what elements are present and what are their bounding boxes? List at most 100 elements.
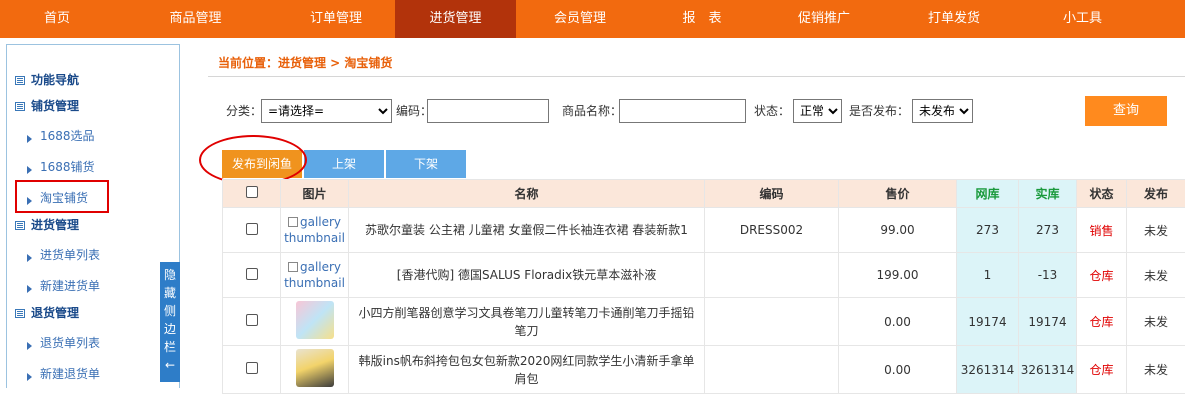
nav-home[interactable]: 首页 (0, 0, 114, 38)
sidebar-item-new-return[interactable]: 新建退货单 (7, 359, 179, 389)
product-code (705, 253, 839, 298)
list-icon (15, 221, 25, 230)
nav-goods[interactable]: 商品管理 (114, 0, 277, 38)
sidebar-group-label: 退货管理 (31, 306, 79, 320)
sidebar-group-label: 进货管理 (31, 218, 79, 232)
publish-select[interactable]: 未发布 (912, 99, 973, 123)
product-status: 仓库 (1077, 346, 1127, 394)
product-status: 销售 (1077, 208, 1127, 253)
column-header: 状态 (1077, 180, 1127, 208)
select-all-checkbox[interactable] (246, 186, 258, 198)
table-row[interactable]: gallery thumbnail [香港代购] 德国SALUS Floradi… (223, 253, 1185, 298)
product-price: 0.00 (839, 346, 957, 394)
real-stock: 19174 (1019, 298, 1077, 346)
real-stock: 273 (1019, 208, 1077, 253)
sidebar-group-label: 铺货管理 (31, 99, 79, 113)
product-price: 199.00 (839, 253, 957, 298)
product-name: 韩版ins帆布斜挎包包女包新款2020网红同款学生小清新手拿单肩包 (349, 346, 705, 394)
list-icon (15, 309, 25, 318)
triangle-right-icon (27, 342, 32, 350)
sidebar-item-label: 1688选品 (40, 129, 95, 143)
table-row[interactable]: 韩版ins帆布斜挎包包女包新款2020网红同款学生小清新手拿单肩包 0.00 3… (223, 346, 1185, 394)
net-stock: 273 (957, 208, 1019, 253)
status-select[interactable]: 正常 (793, 99, 842, 123)
list-icon (15, 102, 25, 111)
category-select[interactable]: =请选择= (261, 99, 392, 123)
product-code: DRESS002 (705, 208, 839, 253)
table-row[interactable]: gallery thumbnail 苏歌尔童装 公主裙 儿童裙 女童假二件长袖连… (223, 208, 1185, 253)
filter-bar: 分类： =请选择= 编码： 商品名称： 状态： 正常 是否发布： 未发布 (220, 92, 1185, 132)
row-checkbox[interactable] (246, 362, 258, 374)
product-image[interactable] (296, 349, 334, 387)
divider (208, 76, 1185, 77)
status-label: 状态： (754, 102, 790, 119)
product-price: 0.00 (839, 298, 957, 346)
product-name: 苏歌尔童装 公主裙 儿童裙 女童假二件长袖连衣裙 春装新款1 (349, 208, 705, 253)
product-thumbnail[interactable]: gallery thumbnail (281, 259, 348, 291)
real-stock: -13 (1019, 253, 1077, 298)
product-code (705, 346, 839, 394)
top-nav: 首页 商品管理 订单管理 进货管理 会员管理 报 表 促销推广 打单发货 小工具 (0, 0, 1185, 38)
table-header: 图片 名称 编码 售价 网库 实库 状态 发布 (223, 180, 1185, 208)
product-name: [香港代购] 德国SALUS Floradix铁元草本滋补液 (349, 253, 705, 298)
column-header: 发布 (1127, 180, 1185, 208)
triangle-right-icon (27, 135, 32, 143)
product-thumbnail[interactable]: gallery thumbnail (281, 214, 348, 246)
row-checkbox[interactable] (246, 314, 258, 326)
broken-image-icon (288, 262, 298, 272)
off-shelf-button[interactable]: 下架 (386, 150, 466, 178)
category-label: 分类： (226, 102, 262, 119)
sidebar-item-1688-select[interactable]: 1688选品 (7, 121, 179, 151)
column-header: 图片 (281, 180, 349, 208)
code-input[interactable] (427, 99, 549, 123)
sidebar-item-label: 新建退货单 (40, 367, 100, 381)
nav-promotion[interactable]: 促销推广 (760, 0, 888, 38)
publish-status: 未发 (1127, 208, 1185, 253)
sidebar: 功能导航 铺货管理 1688选品 1688铺货 淘宝铺货 进货管理 进货单列表 … (6, 44, 180, 388)
sidebar-item-new-purchase[interactable]: 新建进货单 (7, 271, 179, 301)
select-all-cell (223, 180, 281, 208)
nav-print-ship[interactable]: 打单发货 (888, 0, 1020, 38)
nav-purchase[interactable]: 进货管理 (395, 0, 516, 38)
sidebar-group-distribution[interactable]: 铺货管理 (7, 91, 179, 121)
nav-orders[interactable]: 订单管理 (277, 0, 395, 38)
table-row[interactable]: 小四方削笔器创意学习文具卷笔刀儿童转笔刀卡通削笔刀手摇铅笔刀 0.00 1917… (223, 298, 1185, 346)
row-checkbox[interactable] (246, 223, 258, 235)
column-header: 实库 (1019, 180, 1077, 208)
product-name-input[interactable] (619, 99, 746, 123)
sidebar-group-label: 功能导航 (31, 73, 79, 87)
sidebar-item-purchase-list[interactable]: 进货单列表 (7, 240, 179, 270)
row-checkbox[interactable] (246, 268, 258, 280)
nav-reports[interactable]: 报 表 (644, 0, 760, 38)
product-table: 图片 名称 编码 售价 网库 实库 状态 发布 gallery thumbnai… (222, 179, 1185, 394)
real-stock: 3261314 (1019, 346, 1077, 394)
column-header: 网库 (957, 180, 1019, 208)
sidebar-group-returns[interactable]: 退货管理 (7, 298, 179, 328)
on-shelf-button[interactable]: 上架 (304, 150, 384, 178)
triangle-right-icon (27, 254, 32, 262)
column-header: 售价 (839, 180, 957, 208)
nav-tools[interactable]: 小工具 (1020, 0, 1145, 38)
triangle-right-icon (27, 373, 32, 381)
sidebar-group-purchase[interactable]: 进货管理 (7, 210, 179, 240)
product-status: 仓库 (1077, 253, 1127, 298)
publish-status: 未发 (1127, 253, 1185, 298)
publish-status: 未发 (1127, 298, 1185, 346)
net-stock: 19174 (957, 298, 1019, 346)
hide-sidebar-button[interactable]: 隐藏侧边栏← (160, 262, 180, 382)
publish-status: 未发 (1127, 346, 1185, 394)
list-icon (15, 76, 25, 85)
nav-members[interactable]: 会员管理 (516, 0, 644, 38)
sidebar-item-label: 退货单列表 (40, 336, 100, 350)
product-image[interactable] (296, 301, 334, 339)
sidebar-item-1688-distribute[interactable]: 1688铺货 (7, 152, 179, 182)
query-button[interactable]: 查询 (1085, 96, 1167, 126)
product-name: 小四方削笔器创意学习文具卷笔刀儿童转笔刀卡通削笔刀手摇铅笔刀 (349, 298, 705, 346)
broken-image-icon (288, 217, 298, 227)
net-stock: 1 (957, 253, 1019, 298)
triangle-right-icon (27, 166, 32, 174)
column-header: 名称 (349, 180, 705, 208)
highlight-box (15, 180, 109, 213)
product-code (705, 298, 839, 346)
sidebar-item-return-list[interactable]: 退货单列表 (7, 328, 179, 358)
